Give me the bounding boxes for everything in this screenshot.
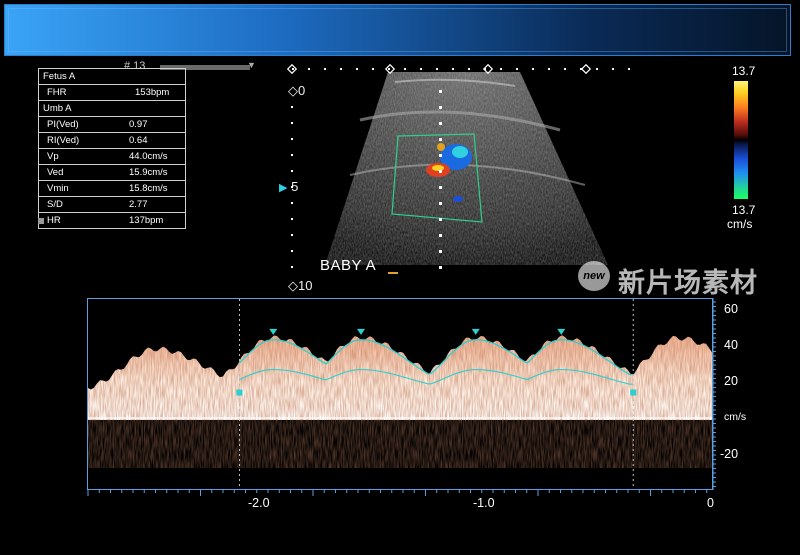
x-tick-label: -2.0: [248, 496, 270, 510]
spectral-axes: [87, 298, 716, 496]
y-tick-label: 20: [724, 374, 738, 388]
x-tick-label: -1.0: [473, 496, 495, 510]
y-unit-label: cm/s: [724, 411, 747, 423]
y-tick-label: 60: [724, 302, 738, 316]
y-tick-label: -20: [720, 447, 739, 461]
x-tick-label: 0: [707, 496, 714, 510]
y-tick-label: 40: [724, 338, 738, 352]
